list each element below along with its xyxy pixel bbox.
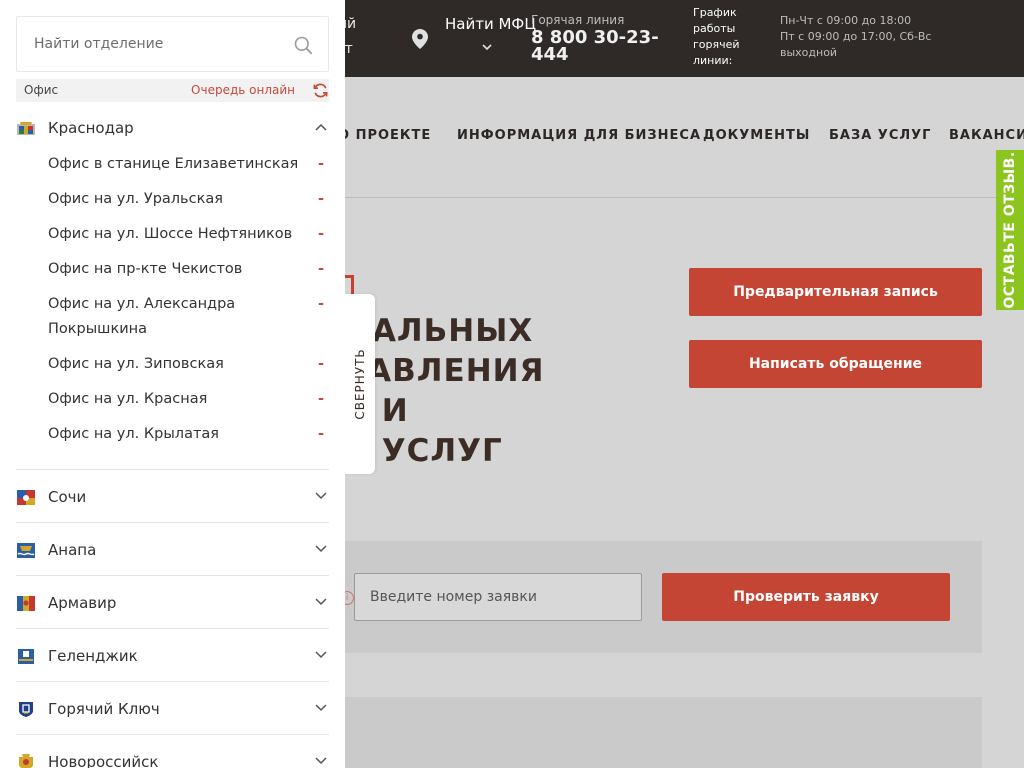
- nav-item-business-info[interactable]: ИНФОРМАЦИЯ ДЛЯ БИЗНЕСА: [457, 128, 701, 143]
- collapse-panel-tab[interactable]: СВЕРНУТЬ: [344, 294, 375, 474]
- chevron-up-icon[interactable]: [315, 123, 327, 131]
- search-box: [16, 16, 329, 72]
- chevron-down-icon[interactable]: [315, 598, 327, 606]
- city-name: Горячий Ключ: [48, 700, 160, 718]
- refresh-icon[interactable]: [312, 82, 329, 99]
- office-queue-status: -: [317, 391, 324, 407]
- office-item[interactable]: Офис в станице Елизаветинская -: [48, 152, 329, 177]
- office-item[interactable]: Офис на ул. Красная -: [48, 387, 329, 412]
- city-name: Геленджик: [48, 647, 138, 665]
- office-name: Офис на пр-кте Чекистов: [48, 261, 243, 277]
- office-name: Офис на ул. Крылатая: [48, 426, 220, 442]
- office-queue-status: -: [317, 426, 324, 442]
- hotline-number[interactable]: 8 800 30-23-444: [531, 29, 666, 64]
- city-header-sochi[interactable]: Сочи: [16, 485, 329, 509]
- feedback-tab[interactable]: ОСТАВЬТЕ ОТЗЫВ.: [996, 150, 1024, 310]
- pre-registration-button[interactable]: Предварительная запись: [689, 268, 982, 316]
- divider: [16, 469, 329, 470]
- office-item[interactable]: Офис на ул. Крылатая -: [48, 422, 329, 447]
- city-name: Сочи: [48, 488, 87, 506]
- divider: [16, 628, 329, 629]
- office-name: Офис на ул. Шоссе Нефтяников: [48, 226, 293, 242]
- chevron-down-icon[interactable]: [315, 492, 327, 500]
- write-appeal-button[interactable]: Написать обращение: [689, 340, 982, 388]
- filter-office-label[interactable]: Офис: [24, 83, 58, 97]
- city-name: Армавир: [48, 594, 117, 612]
- search-icon[interactable]: [294, 36, 313, 55]
- office-queue-status: -: [317, 191, 324, 207]
- office-name: Офис на ул. Зиповская: [48, 356, 224, 372]
- schedule-label: График работы горячей линии:: [693, 6, 740, 67]
- schedule-friday: Пт с 09:00 до 17:00, Сб-Вс: [780, 30, 932, 43]
- office-queue-status: -: [317, 296, 324, 312]
- chevron-down-icon[interactable]: [315, 545, 327, 553]
- chevron-down-icon[interactable]: [480, 42, 494, 52]
- hero-title: НАЛЬНЫХ ТАВЛЕНИЯ Х И Х УСЛУГ: [345, 313, 545, 469]
- filter-bar: Офис Очередь онлайн: [16, 79, 329, 102]
- application-number-input[interactable]: [354, 573, 642, 621]
- city-header-krasnodar[interactable]: Краснодар: [16, 116, 329, 140]
- office-name: Офис на ул. Александра Покрышкина: [48, 296, 236, 337]
- gelendzhik-coat-of-arms-icon: [18, 649, 34, 664]
- office-panel: Офис Очередь онлайн Краснодар Офис в ста…: [0, 0, 345, 768]
- office-name: Офис в станице Елизаветинская: [48, 156, 299, 172]
- divider: [16, 522, 329, 523]
- office-item[interactable]: Офис на ул. Зиповская -: [48, 352, 329, 377]
- divider: [16, 734, 329, 735]
- city-header-novorossiysk[interactable]: Новороссийск: [16, 750, 329, 768]
- divider: [16, 681, 329, 682]
- chevron-down-icon[interactable]: [315, 651, 327, 659]
- nav-item-documents[interactable]: ДОКУМЕНТЫ: [703, 128, 810, 143]
- find-mfc-link[interactable]: Найти МФЦ: [445, 15, 536, 33]
- city-name: Анапа: [48, 541, 97, 559]
- hotline-label: Горячая линия: [531, 13, 625, 27]
- anapa-coat-of-arms-icon: [17, 543, 35, 558]
- schedule-weekdays: Пн-Чт с 09:00 до 18:00: [780, 14, 912, 27]
- nav-item-about[interactable]: О ПРОЕКТЕ: [338, 128, 431, 143]
- schedule-weekend: выходной: [780, 46, 838, 59]
- office-item[interactable]: Офис на ул. Александра Покрышкина -: [48, 292, 324, 342]
- main-nav: О ПРОЕКТЕ ИНФОРМАЦИЯ ДЛЯ БИЗНЕСА ДОКУМЕН…: [338, 128, 1024, 146]
- office-queue-status: -: [317, 226, 324, 242]
- chevron-down-icon[interactable]: [315, 704, 327, 712]
- chevron-down-icon[interactable]: [315, 757, 327, 765]
- office-queue-status: -: [317, 261, 324, 277]
- divider: [16, 575, 329, 576]
- city-header-armavir[interactable]: Армавир: [16, 591, 329, 615]
- city-header-goryachy-klyuch[interactable]: Горячий Ключ: [16, 697, 329, 721]
- office-name: Офис на ул. Уральская: [48, 191, 223, 207]
- feedback-tab-label: ОСТАВЬТЕ ОТЗЫВ.: [1002, 151, 1018, 309]
- search-input[interactable]: [17, 17, 287, 71]
- city-name: Новороссийск: [48, 753, 159, 768]
- sochi-coat-of-arms-icon: [17, 490, 35, 505]
- nav-item-services-base[interactable]: БАЗА УСЛУГ: [829, 128, 931, 143]
- office-queue-status: -: [317, 356, 324, 372]
- map-pin-icon[interactable]: [412, 29, 428, 49]
- check-application-button[interactable]: Проверить заявку: [662, 573, 950, 621]
- office-queue-status: -: [317, 156, 324, 172]
- office-item[interactable]: Офис на ул. Шоссе Нефтяников -: [48, 222, 329, 247]
- office-item[interactable]: Офис на ул. Уральская -: [48, 187, 329, 212]
- armavir-coat-of-arms-icon: [17, 596, 35, 611]
- filter-online-queue-label[interactable]: Очередь онлайн: [191, 83, 295, 97]
- office-item[interactable]: Офис на пр-кте Чекистов -: [48, 257, 329, 282]
- collapse-label: СВЕРНУТЬ: [352, 348, 367, 420]
- nav-divider: [345, 197, 1024, 198]
- lower-content-block: [345, 697, 982, 768]
- krasnodar-coat-of-arms-icon: [17, 122, 35, 135]
- city-name: Краснодар: [48, 119, 134, 137]
- nav-item-vacancies[interactable]: ВАКАНСИИ: [949, 128, 1024, 143]
- novorossiysk-coat-of-arms-icon: [19, 754, 33, 768]
- city-header-anapa[interactable]: Анапа: [16, 538, 329, 562]
- goryachy-klyuch-coat-of-arms-icon: [19, 702, 33, 717]
- schedule-hours: Пн-Чт с 09:00 до 18:00 Пт с 09:00 до 17:…: [780, 13, 931, 61]
- office-name: Офис на ул. Красная: [48, 391, 208, 407]
- city-header-gelendzhik[interactable]: Геленджик: [16, 644, 329, 668]
